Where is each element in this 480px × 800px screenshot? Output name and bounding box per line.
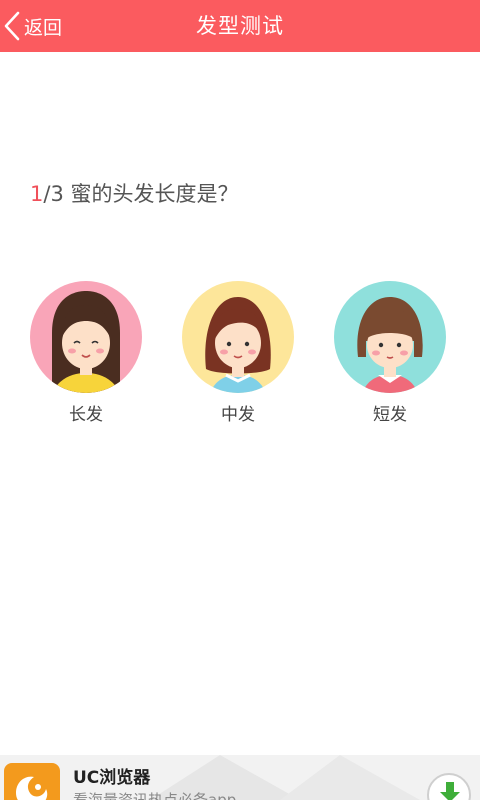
option-long-hair[interactable]: 长发 (26, 281, 146, 425)
header-bar: 返回 发型测试 (0, 0, 480, 52)
hair-length-options: 长发 中发 短发 (0, 281, 480, 431)
download-icon (440, 782, 460, 800)
long-hair-avatar (30, 281, 142, 393)
uc-browser-logo (4, 763, 60, 800)
back-button[interactable]: 返回 (2, 8, 62, 44)
option-short-hair[interactable]: 短发 (330, 281, 450, 425)
option-label: 长发 (69, 405, 103, 425)
option-label: 中发 (221, 405, 255, 425)
page-title: 发型测试 (196, 14, 284, 38)
ad-subtitle: 看海量资讯热点必备app (73, 791, 237, 800)
option-label: 短发 (373, 405, 407, 425)
banner-background-pattern (150, 755, 420, 800)
question-total: /3 (43, 182, 64, 206)
ad-banner[interactable]: UC浏览器 看海量资讯热点必备app (0, 755, 480, 800)
option-medium-hair[interactable]: 中发 (178, 281, 298, 425)
back-label: 返回 (24, 16, 63, 39)
question-text: 1/3 蜜的头发长度是？ (30, 178, 239, 208)
question-prompt: 蜜的头发长度是？ (70, 182, 239, 206)
question-current-number: 1 (30, 182, 44, 206)
ad-title: UC浏览器 (73, 768, 151, 788)
chevron-left-icon (4, 11, 20, 41)
short-hair-avatar (334, 281, 446, 393)
medium-hair-avatar (182, 281, 294, 393)
